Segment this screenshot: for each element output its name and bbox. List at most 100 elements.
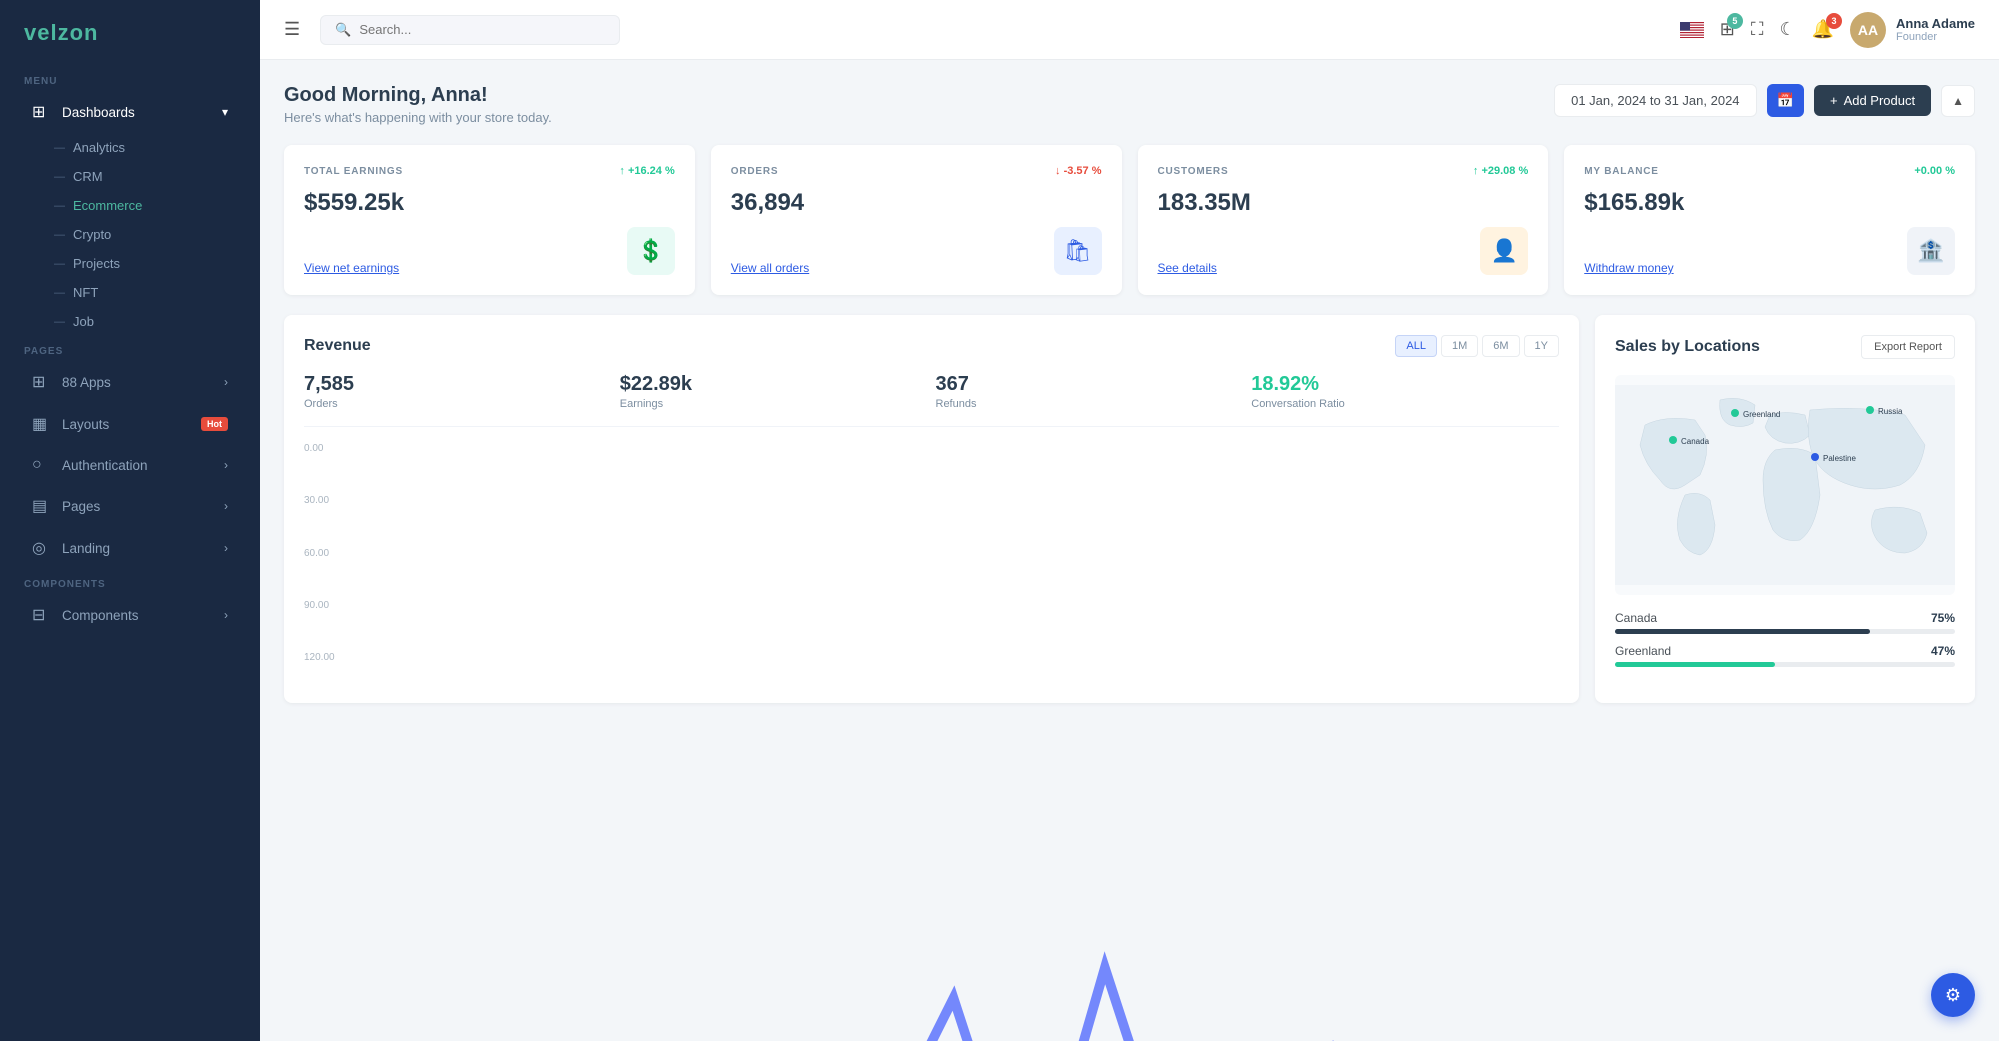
earnings-value: $22.89k <box>620 373 928 396</box>
stat-card-balance: MY BALANCE +0.00 % $165.89k Withdraw mon… <box>1564 145 1975 295</box>
stat-cards-grid: TOTAL EARNINGS ↑ +16.24 % $559.25k View … <box>284 145 1975 295</box>
period-1m[interactable]: 1M <box>1441 335 1478 357</box>
sidebar-item-label: Landing <box>62 541 110 556</box>
export-report-button[interactable]: Export Report <box>1861 335 1955 359</box>
sidebar-sub-projects[interactable]: Projects <box>0 249 260 278</box>
plus-icon: + <box>1830 93 1838 108</box>
chevron-right-icon: › <box>224 541 228 555</box>
sidebar-item-label: Components <box>62 608 139 623</box>
chevron-right-icon: › <box>224 375 228 389</box>
rev-stat-ratio: 18.92% Conversation Ratio <box>1251 373 1559 410</box>
chevron-right-icon: › <box>224 458 228 472</box>
period-1y[interactable]: 1Y <box>1524 335 1559 357</box>
fullscreen-icon[interactable]: ⛶ <box>1751 19 1764 40</box>
page-content: Good Morning, Anna! Here's what's happen… <box>260 60 1999 1041</box>
sidebar-sub-crypto[interactable]: Crypto <box>0 220 260 249</box>
stat-value-balance: $165.89k <box>1584 189 1955 217</box>
stat-icon-earnings: 💲 <box>627 227 675 275</box>
sidebar-item-layouts[interactable]: ▦ Layouts Hot <box>8 404 252 444</box>
sidebar-item-pages[interactable]: ▤ Pages › <box>8 486 252 526</box>
sidebar-item-authentication[interactable]: ○ Authentication › <box>8 446 252 484</box>
sidebar-item-components[interactable]: ⊟ Components › <box>8 595 252 635</box>
stat-label-orders: ORDERS <box>731 166 779 177</box>
stat-badge-earnings: ↑ +16.24 % <box>619 165 674 177</box>
stat-value-orders: 36,894 <box>731 189 1102 217</box>
sidebar-sub-nft[interactable]: NFT <box>0 278 260 307</box>
svg-text:Canada: Canada <box>1681 437 1710 446</box>
stat-link-customers[interactable]: See details <box>1158 261 1217 275</box>
calendar-button[interactable]: 📅 <box>1767 84 1804 117</box>
location-card: Sales by Locations Export Report <box>1595 315 1975 703</box>
rev-stat-earnings: $22.89k Earnings <box>620 373 928 410</box>
sidebar-item-label: Layouts <box>62 417 109 432</box>
sidebar-item-apps[interactable]: ⊞ 88 Apps › <box>8 362 252 402</box>
components-section-label: COMPONENTS <box>0 569 260 594</box>
chart-y-axis: 120.00 90.00 60.00 30.00 0.00 <box>304 443 344 663</box>
search-icon: 🔍 <box>335 22 351 38</box>
location-name-canada: Canada <box>1615 611 1657 625</box>
apps-grid-icon[interactable]: ⊞ 5 <box>1720 19 1735 40</box>
user-avatar-button[interactable]: AA Anna Adame Founder <box>1850 12 1975 48</box>
revenue-chart: 120.00 90.00 60.00 30.00 0.00 <box>304 443 1559 683</box>
sidebar-item-label: 88 Apps <box>62 375 111 390</box>
user-name: Anna Adame <box>1896 16 1975 31</box>
menu-toggle-icon[interactable]: ☰ <box>284 19 300 40</box>
period-all[interactable]: ALL <box>1395 335 1437 357</box>
bottom-section: Revenue ALL 1M 6M 1Y 7,585 Orders $22.89… <box>284 315 1975 703</box>
hot-badge: Hot <box>201 417 228 431</box>
language-flag[interactable] <box>1680 22 1704 38</box>
dark-mode-icon[interactable]: ☾ <box>1779 19 1795 40</box>
search-input[interactable] <box>359 22 605 37</box>
stat-icon-customers: 👤 <box>1480 227 1528 275</box>
sidebar-item-landing[interactable]: ◎ Landing › <box>8 528 252 568</box>
user-info: Anna Adame Founder <box>1896 16 1975 43</box>
period-6m[interactable]: 6M <box>1482 335 1519 357</box>
settings-fab[interactable]: ⚙ <box>1931 973 1975 1017</box>
notifications-icon[interactable]: 🔔 3 <box>1812 19 1834 40</box>
expand-button[interactable]: ▲ <box>1941 85 1975 117</box>
sidebar-sub-crm[interactable]: CRM <box>0 162 260 191</box>
apps-icon: ⊞ <box>32 372 52 392</box>
components-icon: ⊟ <box>32 605 52 625</box>
stat-badge-customers: ↑ +29.08 % <box>1473 165 1528 177</box>
rev-stat-orders: 7,585 Orders <box>304 373 612 410</box>
period-buttons: ALL 1M 6M 1Y <box>1395 335 1559 357</box>
stat-link-earnings[interactable]: View net earnings <box>304 261 399 275</box>
date-range-text: 01 Jan, 2024 to 31 Jan, 2024 <box>1571 93 1739 108</box>
search-box[interactable]: 🔍 <box>320 15 620 45</box>
svg-text:Palestine: Palestine <box>1823 454 1856 463</box>
world-map: Greenland Russia Canada Palestine <box>1615 375 1955 595</box>
menu-section-label: MENU <box>0 66 260 91</box>
sidebar-item-dashboards[interactable]: ⊞ Dashboards ▾ <box>8 92 252 132</box>
location-fill-greenland <box>1615 662 1775 667</box>
logo: velzon <box>0 0 260 66</box>
revenue-title: Revenue <box>304 337 371 355</box>
stat-link-balance[interactable]: Withdraw money <box>1584 261 1673 275</box>
pages-icon: ▤ <box>32 496 52 516</box>
location-track-greenland <box>1615 662 1955 667</box>
chevron-down-icon: ▾ <box>222 105 228 119</box>
sidebar-sub-analytics[interactable]: Analytics <box>0 133 260 162</box>
ratio-label: Conversation Ratio <box>1251 398 1559 410</box>
sidebar-sub-job[interactable]: Job <box>0 307 260 336</box>
date-range-button[interactable]: 01 Jan, 2024 to 31 Jan, 2024 <box>1554 84 1756 117</box>
stat-value-customers: 183.35M <box>1158 189 1529 217</box>
apps-badge: 5 <box>1727 13 1743 29</box>
landing-icon: ◎ <box>32 538 52 558</box>
stat-link-orders[interactable]: View all orders <box>731 261 809 275</box>
stat-card-customers: CUSTOMERS ↑ +29.08 % 183.35M See details… <box>1138 145 1549 295</box>
sidebar-sub-ecommerce[interactable]: Ecommerce <box>0 191 260 220</box>
avatar: AA <box>1850 12 1886 48</box>
page-header: Good Morning, Anna! Here's what's happen… <box>284 84 1975 125</box>
stat-icon-orders: 🛍 <box>1054 227 1102 275</box>
add-product-button[interactable]: + Add Product <box>1814 85 1931 116</box>
pages-section-label: PAGES <box>0 336 260 361</box>
topbar: ☰ 🔍 ⊞ 5 <box>260 0 1999 60</box>
location-pct-canada: 75% <box>1931 611 1955 625</box>
page-subtitle: Here's what's happening with your store … <box>284 110 552 125</box>
svg-text:Greenland: Greenland <box>1743 410 1780 419</box>
location-stats: Canada 75% Greenland 47% <box>1615 611 1955 667</box>
logo-text: velzon <box>24 20 98 45</box>
page-actions: 01 Jan, 2024 to 31 Jan, 2024 📅 + Add Pro… <box>1554 84 1975 117</box>
stat-label-earnings: TOTAL EARNINGS <box>304 166 403 177</box>
